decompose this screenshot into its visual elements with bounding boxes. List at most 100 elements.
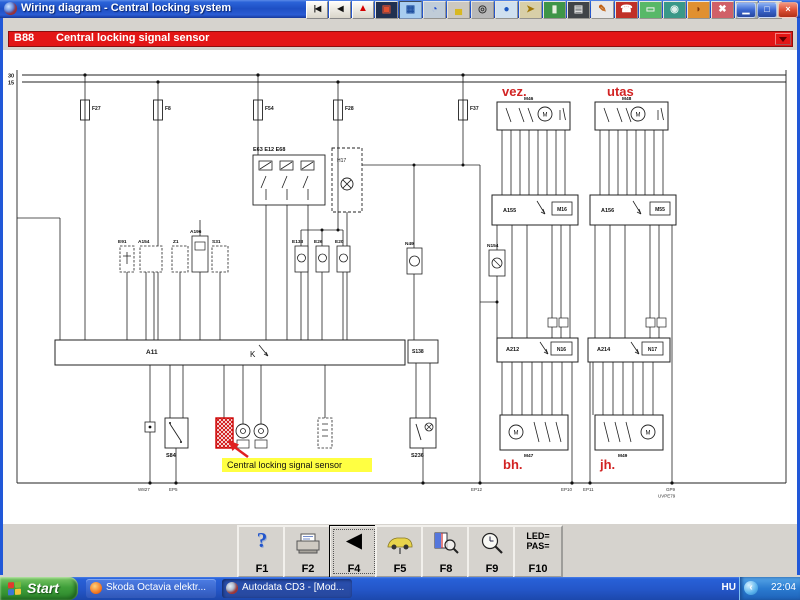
screen-icon[interactable]: ▣ — [375, 1, 398, 19]
s236-label: S236 — [411, 453, 424, 459]
ground-ep5: EP5 — [169, 487, 178, 492]
window-title: Wiring diagram - Central locking system — [21, 2, 232, 14]
start-button[interactable]: Start — [0, 577, 78, 600]
z1-label: Z1 — [173, 239, 179, 245]
car-icon[interactable]: ▄ — [447, 1, 470, 19]
f2-key-label: F2 — [301, 563, 315, 575]
autodata-globe-icon — [226, 582, 238, 594]
wires — [17, 75, 673, 483]
taskbar: Start Skoda Octavia elektr... Autodata C… — [0, 577, 800, 600]
nav-first-icon[interactable]: |◀ — [306, 1, 328, 19]
warning-icon[interactable]: ▲ — [352, 1, 374, 19]
wiring-diagrams-icon[interactable]: ▦ — [399, 1, 422, 19]
e133-label: E133 — [292, 239, 304, 245]
pas-label: PAS= — [526, 541, 550, 551]
f9-search-button[interactable]: F9 — [467, 525, 517, 578]
taskbar-item-label: Autodata CD3 - [Mod... — [242, 582, 345, 593]
clock[interactable]: 22:04 — [771, 582, 796, 593]
wiring-diagram-canvas[interactable]: 30 15 F27 F8 F54 F28 F37 E63 E12 E68 H17… — [0, 50, 800, 523]
pen-icon[interactable]: ✎ — [591, 1, 614, 19]
f1-key-label: F1 — [255, 563, 269, 575]
component-label: Central locking signal sensor — [56, 32, 210, 44]
highlight-label: Central locking signal sensor — [227, 460, 342, 470]
printer-icon[interactable]: ▭ — [639, 1, 662, 19]
back-arrow-icon: ◀ — [345, 529, 363, 552]
door-icon[interactable]: ▮ — [543, 1, 566, 19]
fuse-label-f28: F28 — [345, 106, 354, 112]
tray-chevron-icon[interactable]: ‹ — [744, 581, 758, 595]
key-icon[interactable]: ➤ — [519, 1, 542, 19]
diagram-magnifier-icon — [434, 532, 459, 554]
f5-key-label: F5 — [393, 563, 407, 575]
car-icon — [387, 537, 413, 554]
assistance-icon[interactable]: ● — [495, 1, 518, 19]
ground-ep10: EP10 — [561, 487, 573, 492]
f1-help-button[interactable]: ? F1 — [237, 525, 287, 578]
f10-led-pas-button[interactable]: LED= PAS= F10 — [513, 525, 563, 578]
component-code: B88 — [14, 32, 35, 44]
a11-k-glyph: K — [250, 350, 256, 359]
m49-motor-glyph: M — [646, 431, 651, 437]
fuse-label-f37: F37 — [470, 106, 479, 112]
n154-label: N154 — [487, 243, 499, 249]
diagram-frame — [16, 70, 787, 484]
phone-icon[interactable]: ☎ — [615, 1, 638, 19]
radio-icon[interactable]: ▤ — [567, 1, 590, 19]
m47-motor-glyph: M — [514, 431, 519, 437]
helmet-icon[interactable]: ◗ — [687, 1, 710, 19]
f2-print-button[interactable]: F2 — [283, 525, 333, 578]
taskbar-item-browser[interactable]: Skoda Octavia elektr... — [86, 579, 216, 598]
e91-label: E91 — [118, 239, 127, 245]
f5-vehicle-button[interactable]: F5 — [375, 525, 425, 578]
firefox-icon — [90, 582, 102, 594]
relay-label: E63 E12 E68 — [253, 147, 285, 153]
e26-label: E26 — [314, 239, 323, 245]
maximize-button[interactable]: □ — [757, 2, 777, 18]
repair-icon[interactable]: ✖ — [711, 1, 734, 19]
f8-diagram-zoom-button[interactable]: F8 — [421, 525, 471, 578]
bus-15-label: 15 — [8, 81, 14, 87]
title-bar: Wiring diagram - Central locking system … — [0, 0, 800, 19]
start-label: Start — [27, 580, 59, 596]
mid-components: E91 A154 Z1 A196 S31 E133 E26 E20 N49 N1… — [118, 229, 506, 277]
help-icon: ? — [256, 528, 268, 552]
vez-annotation: vez. — [502, 84, 527, 99]
s84-label: S84 — [166, 453, 177, 459]
chevron-down-icon — [779, 37, 787, 42]
n17-tag: N17 — [648, 347, 657, 353]
wiring-diagram-svg: 30 15 F27 F8 F54 F28 F37 E63 E12 E68 H17… — [8, 70, 787, 499]
ground-uvpe79: UVPE79 — [658, 494, 676, 499]
top-toolbar: |◀ ◀ ▲ ▣ ▦ ◔ ▄ ◎ ● ➤ ▮ ▤ ✎ ☎ ▭ ◉ ◗ ✖ ▙ ▲ — [306, 1, 782, 19]
f4-back-button[interactable]: ◀ F4 — [329, 525, 379, 578]
bus-30-label: 30 — [8, 74, 14, 80]
f9-key-label: F9 — [485, 563, 499, 575]
m48-motor-glyph: M — [636, 113, 641, 119]
window-border-left — [0, 18, 3, 575]
camera-icon[interactable]: ◉ — [663, 1, 686, 19]
n16-tag: N16 — [557, 347, 566, 353]
ground-labels: W827 EP5 EP12 EP10 EP11 GP9 UVPE79 — [138, 487, 676, 499]
taskbar-item-autodata[interactable]: Autodata CD3 - [Mod... — [222, 579, 352, 598]
a196-label: A196 — [190, 229, 202, 235]
a11-label: A11 — [146, 349, 158, 356]
nav-back-icon[interactable]: ◀ — [329, 1, 351, 19]
bh-annotation: bh. — [503, 457, 523, 472]
wheel-icon[interactable]: ◎ — [471, 1, 494, 19]
close-button[interactable]: × — [778, 2, 798, 18]
a154-label: A154 — [138, 239, 150, 245]
component-selector[interactable]: B88 Central locking signal sensor — [8, 31, 793, 47]
jh-annotation: jh. — [599, 457, 615, 472]
a11-module: A11 K S138 — [54, 339, 439, 366]
gauge-icon[interactable]: ◔ — [423, 1, 446, 19]
keyboard-layout-indicator[interactable]: HU — [722, 582, 736, 593]
minimize-button[interactable]: ▁ — [736, 2, 756, 18]
fuse-label-f27: F27 — [92, 106, 101, 112]
a214-label: A214 — [597, 347, 611, 353]
m46-label: M46 — [524, 96, 534, 102]
ground-gp9: GP9 — [666, 487, 676, 492]
fuse-label-f54: F54 — [265, 106, 274, 112]
dropdown-arrow-button[interactable] — [775, 33, 791, 45]
relay-cluster: E63 E12 E68 H17 — [252, 147, 363, 213]
system-tray: ‹ 22:04 — [739, 577, 800, 600]
ground-ep11: EP11 — [583, 487, 594, 492]
